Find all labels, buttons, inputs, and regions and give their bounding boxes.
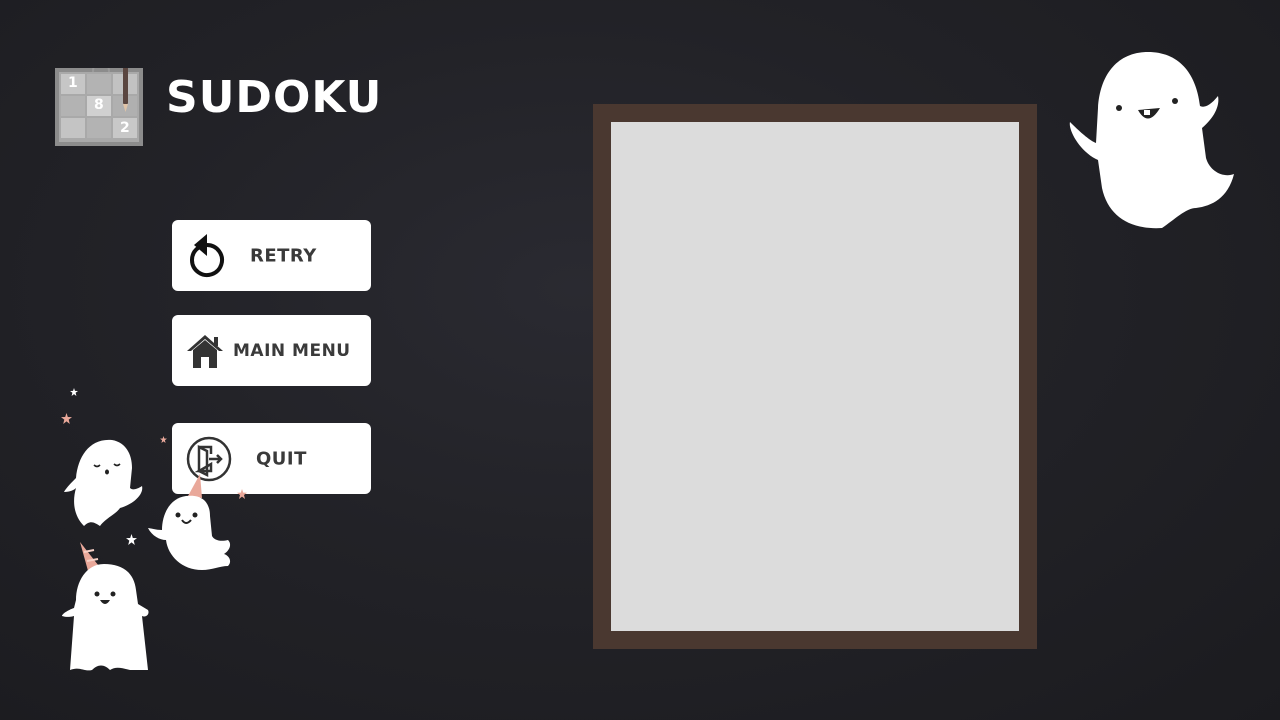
logo-digit-2: 2	[120, 120, 130, 136]
house-icon	[187, 334, 223, 368]
logo-digit-8: 8	[94, 97, 104, 113]
star-icon	[61, 413, 72, 424]
star-icon	[160, 436, 167, 443]
main-menu-button[interactable]: MAIN MENU	[172, 315, 371, 386]
retry-label: RETRY	[250, 245, 317, 266]
star-icon	[70, 388, 78, 396]
main-menu-label: MAIN MENU	[233, 340, 351, 361]
retry-arrow-icon	[190, 233, 224, 277]
board-frame	[593, 104, 1037, 649]
game-logo: 1 8 2 SUDOKU	[52, 58, 381, 150]
ghost-waving-icon	[1069, 52, 1234, 229]
ghost-unicorn-hat-icon	[62, 542, 149, 671]
ghost-sleepy-icon	[64, 439, 143, 526]
logo-digit-1: 1	[68, 75, 78, 91]
retry-button[interactable]: RETRY	[172, 220, 371, 291]
star-icon	[126, 534, 137, 545]
board-area	[611, 122, 1019, 631]
star-icon	[237, 489, 247, 499]
game-title: SUDOKU	[166, 72, 383, 123]
quit-label: QUIT	[256, 448, 307, 469]
ghost-party-hat-icon	[148, 474, 231, 570]
